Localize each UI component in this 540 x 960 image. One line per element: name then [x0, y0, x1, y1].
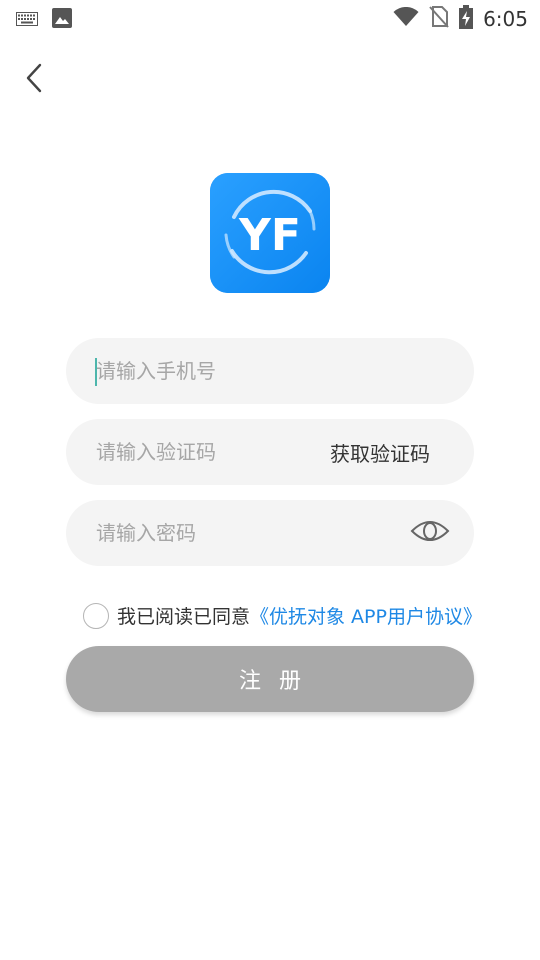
agreement-row: 我已阅读已同意 《优抚对象 APP用户协议》	[83, 602, 482, 629]
user-agreement-link[interactable]: 《优抚对象 APP用户协议》	[250, 602, 482, 629]
status-left	[16, 8, 72, 32]
agreement-checkbox[interactable]	[83, 602, 109, 629]
no-sim-icon	[429, 6, 449, 32]
wifi-icon	[393, 6, 419, 31]
logo-graphic: YF	[210, 173, 330, 293]
status-right: 6:05	[393, 5, 528, 33]
status-bar: 6:05	[0, 0, 540, 36]
verification-code-field[interactable]: 获取验证码	[66, 419, 474, 485]
password-field[interactable]	[66, 500, 474, 566]
eye-icon	[410, 516, 450, 550]
text-cursor	[95, 358, 97, 386]
verification-code-input[interactable]	[96, 440, 330, 464]
register-button[interactable]: 注册	[66, 646, 474, 712]
get-code-button[interactable]: 获取验证码	[330, 438, 430, 467]
battery-charging-icon	[459, 5, 474, 33]
logo-text: YF	[238, 210, 301, 261]
back-button[interactable]	[16, 60, 52, 100]
image-icon	[52, 8, 72, 32]
status-time: 6:05	[483, 7, 528, 31]
chevron-left-icon	[24, 62, 44, 98]
app-logo: YF	[210, 173, 330, 293]
phone-input[interactable]	[96, 359, 450, 383]
toggle-password-visibility-button[interactable]	[410, 516, 450, 550]
password-input[interactable]	[96, 521, 410, 545]
phone-field[interactable]	[66, 338, 474, 404]
agreement-text: 我已阅读已同意	[117, 606, 251, 628]
keyboard-icon	[16, 11, 38, 30]
